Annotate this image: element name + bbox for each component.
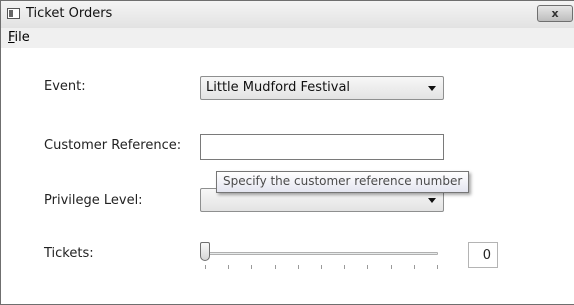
customer-reference-input[interactable] (200, 134, 444, 160)
slider-tick (344, 265, 346, 269)
privilege-level-label: Privilege Level: (44, 193, 143, 208)
slider-tick (367, 265, 369, 269)
chevron-down-icon (428, 86, 436, 91)
close-button[interactable]: x (537, 5, 573, 22)
event-dropdown[interactable]: Little Mudford Festival (200, 76, 444, 100)
menu-bar: File (1, 28, 574, 49)
slider-tick (413, 265, 415, 269)
customer-reference-label: Customer Reference: (44, 138, 182, 153)
slider-tick (321, 265, 322, 269)
tickets-slider-thumb[interactable] (200, 242, 210, 261)
slider-tick (274, 265, 276, 269)
customer-reference-tooltip: Specify the customer reference number (216, 171, 470, 193)
event-dropdown-value: Little Mudford Festival (206, 80, 351, 95)
slider-tick (205, 265, 206, 269)
close-icon: x (551, 7, 559, 20)
slider-tick (297, 265, 299, 269)
slider-tick (228, 265, 230, 269)
menu-file[interactable]: File (8, 30, 30, 45)
tickets-slider-track[interactable] (205, 252, 438, 255)
slider-tick (251, 265, 253, 269)
title-bar[interactable]: Ticket Orders x (1, 1, 574, 29)
tickets-label: Tickets: (44, 246, 94, 261)
chevron-down-icon (428, 198, 436, 203)
event-label: Event: (44, 79, 86, 94)
window-title: Ticket Orders (26, 6, 113, 21)
tickets-value-box[interactable]: 0 (468, 242, 498, 268)
window-app-icon (7, 8, 20, 19)
slider-tick (437, 265, 438, 269)
menu-file-label: ile (14, 30, 30, 45)
slider-tick (390, 265, 392, 269)
